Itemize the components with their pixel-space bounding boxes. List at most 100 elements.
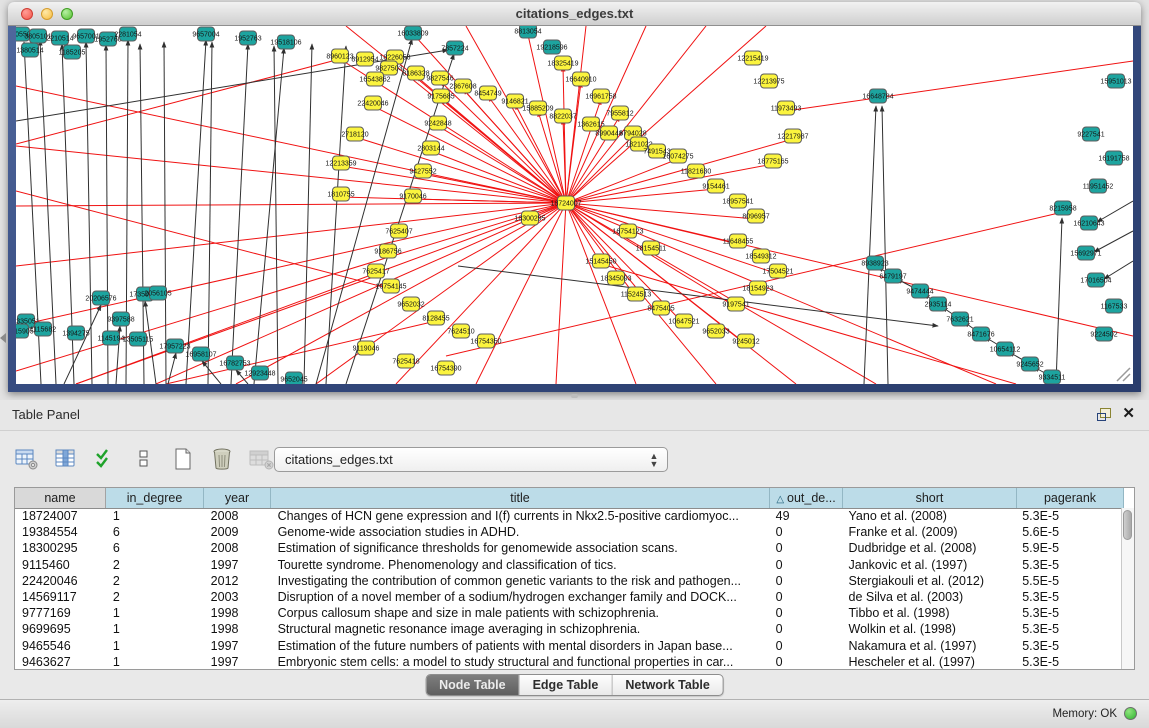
close-window-button[interactable]	[21, 8, 33, 20]
column-header-title[interactable]: title	[271, 488, 770, 508]
cell-name[interactable]: 9699695	[15, 621, 106, 637]
graph-node[interactable]: 13505115	[123, 332, 154, 346]
citation-edge[interactable]	[164, 42, 166, 384]
graph-node[interactable]: 16754123	[612, 224, 643, 238]
cell-pagerank[interactable]: 5.9E-5	[1015, 540, 1122, 556]
graph-node[interactable]: 15951013	[1100, 74, 1131, 88]
cell-short[interactable]: Stergiakouli et al. (2012)	[842, 573, 1016, 589]
split-pane-handle[interactable]	[571, 394, 578, 398]
graph-node[interactable]: 18957541	[722, 194, 753, 208]
cell-out_de[interactable]: 0	[769, 621, 842, 637]
citation-edge[interactable]	[566, 26, 706, 203]
deselect-all-icon[interactable]	[131, 446, 157, 472]
graph-node[interactable]: 7624510	[447, 324, 474, 338]
cell-short[interactable]: Franke et al. (2009)	[842, 524, 1016, 540]
cell-year[interactable]: 1998	[204, 621, 271, 637]
graph-node[interactable]: 8096957	[742, 209, 769, 223]
table-row[interactable]: 1830029562008Estimation of significance …	[15, 540, 1122, 556]
citation-edge[interactable]	[431, 151, 566, 203]
cell-title[interactable]: Genome-wide association studies in ADHD.	[271, 524, 769, 540]
table-row[interactable]: 946362711997Embryonic stem cells: a mode…	[15, 654, 1122, 669]
column-header-short[interactable]: short	[843, 488, 1017, 508]
cell-pagerank[interactable]: 5.3E-5	[1015, 589, 1122, 605]
column-header-year[interactable]: year	[204, 488, 271, 508]
cell-year[interactable]: 1997	[204, 557, 271, 573]
select-all-icon[interactable]	[92, 446, 118, 472]
cell-name[interactable]: 18300295	[15, 540, 106, 556]
graph-node[interactable]: 8960123	[326, 49, 353, 63]
citation-edge[interactable]	[396, 203, 566, 384]
cell-short[interactable]: Hescheler et al. (1997)	[842, 654, 1016, 669]
tab-network-table[interactable]: Network Table	[611, 675, 723, 695]
cell-year[interactable]: 1997	[204, 638, 271, 654]
graph-node[interactable]: 7955812	[606, 106, 633, 120]
table-row[interactable]: 946554611997Estimation of the future num…	[15, 638, 1122, 654]
graph-node[interactable]: 9170046	[399, 189, 426, 203]
graph-node[interactable]: 7625407	[385, 224, 412, 238]
table-selector-dropdown[interactable]: citations_edges.txt ▲▼	[274, 447, 668, 472]
citation-edge[interactable]	[1097, 201, 1133, 222]
graph-node[interactable]: 2935114	[925, 297, 952, 311]
graph-node[interactable]: 9652033	[702, 324, 729, 338]
cell-year[interactable]: 2008	[204, 508, 271, 524]
graph-node[interactable]: 6479197	[879, 269, 906, 283]
graph-node[interactable]: 1380514	[16, 43, 43, 57]
cell-in_degree[interactable]: 1	[106, 621, 204, 637]
zoom-window-button[interactable]	[61, 8, 73, 20]
cell-title[interactable]: Estimation of significance thresholds fo…	[271, 540, 769, 556]
graph-node[interactable]: 8813054	[514, 26, 541, 38]
cell-name[interactable]: 9465546	[15, 638, 106, 654]
graph-node[interactable]: 18345093	[600, 271, 631, 285]
cell-year[interactable]: 2008	[204, 540, 271, 556]
window-titlebar[interactable]: citations_edges.txt	[8, 2, 1141, 26]
citation-edge[interactable]	[786, 61, 1133, 111]
table-row[interactable]: 911546021997Tourette syndrome. Phenomeno…	[15, 557, 1122, 573]
citation-edge[interactable]	[16, 86, 566, 203]
cell-in_degree[interactable]: 1	[106, 605, 204, 621]
graph-node[interactable]: 16640910	[565, 72, 596, 86]
cell-pagerank[interactable]: 5.6E-5	[1015, 524, 1122, 540]
cell-out_de[interactable]: 0	[769, 638, 842, 654]
citation-edge[interactable]	[16, 203, 566, 206]
cell-in_degree[interactable]: 2	[106, 573, 204, 589]
graph-node[interactable]: 8471676	[967, 327, 994, 341]
graph-node[interactable]: 17016504	[1080, 273, 1111, 287]
close-panel-icon[interactable]: ✕	[1122, 405, 1135, 423]
cell-pagerank[interactable]: 5.3E-5	[1015, 557, 1122, 573]
cell-short[interactable]: Yano et al. (2008)	[842, 508, 1016, 524]
cell-title[interactable]: Investigating the contribution of common…	[271, 573, 769, 589]
graph-node[interactable]: 16210643	[1073, 216, 1104, 230]
vertical-scrollbar[interactable]	[1121, 508, 1134, 669]
graph-node[interactable]: 16033809	[397, 26, 428, 40]
cell-in_degree[interactable]: 1	[106, 638, 204, 654]
citation-edge[interactable]	[1104, 261, 1133, 279]
graph-node[interactable]: 9652045	[280, 372, 307, 384]
citation-edge[interactable]	[316, 203, 566, 384]
citation-edge[interactable]	[1094, 231, 1133, 252]
graph-node[interactable]: 12213975	[753, 74, 784, 88]
table-settings-icon[interactable]	[14, 446, 40, 472]
cell-name[interactable]: 14569117	[15, 589, 106, 605]
graph-node[interactable]: 10647521	[668, 314, 699, 328]
citation-network-graph[interactable]: 1805501380510122105149657001195276022810…	[16, 26, 1133, 384]
table-row[interactable]: 977716911998Corpus callosum shape and si…	[15, 605, 1122, 621]
cell-year[interactable]: 1998	[204, 605, 271, 621]
table-row[interactable]: 1456911722003Disruption of a novel membe…	[15, 589, 1122, 605]
citation-edge[interactable]	[304, 44, 312, 384]
cell-title[interactable]: Changes of HCN gene expression and I(f) …	[271, 508, 769, 524]
cell-in_degree[interactable]: 6	[106, 524, 204, 540]
graph-node[interactable]: 16754390	[430, 361, 461, 375]
cell-in_degree[interactable]: 6	[106, 540, 204, 556]
cell-pagerank[interactable]: 5.3E-5	[1015, 638, 1122, 654]
graph-node[interactable]: 7625418	[392, 354, 419, 368]
cell-year[interactable]: 2003	[204, 589, 271, 605]
citation-edge[interactable]	[882, 106, 888, 384]
citation-edge[interactable]	[441, 99, 566, 203]
resize-grip-icon[interactable]	[1117, 368, 1130, 381]
graph-node[interactable]: 16648784	[862, 89, 893, 103]
citation-edge[interactable]	[326, 46, 346, 384]
graph-node[interactable]: 18154923	[742, 281, 773, 295]
graph-node[interactable]: 9227541	[1077, 127, 1104, 141]
graph-node[interactable]: 19218596	[536, 40, 567, 54]
cell-short[interactable]: Dudbridge et al. (2008)	[842, 540, 1016, 556]
